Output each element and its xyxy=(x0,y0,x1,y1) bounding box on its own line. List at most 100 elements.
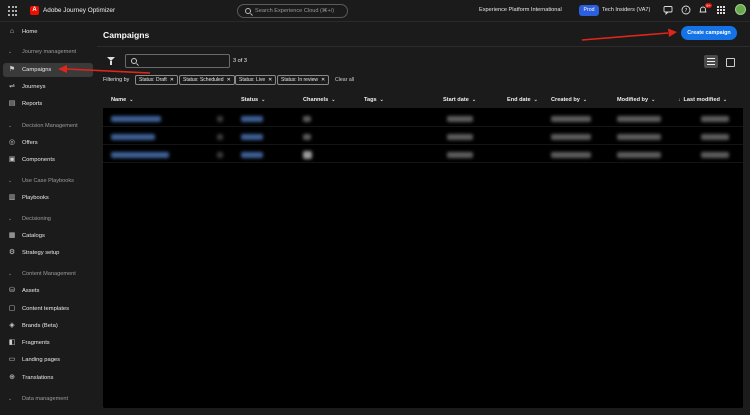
adobe-logo: A xyxy=(30,6,39,15)
landing-page-icon: ▭ xyxy=(8,356,16,363)
sidebar-item-catalogs[interactable]: ▦ Catalogs xyxy=(3,229,93,243)
strategy-icon: ⚙ xyxy=(8,249,16,256)
chevron-down-icon: ⌄ xyxy=(331,97,336,103)
sidebar-item-strategy-setup[interactable]: ⚙ Strategy setup xyxy=(3,246,93,260)
column-created-by[interactable]: Created by ⌄ xyxy=(551,97,587,103)
arrow-down-icon: ↓ xyxy=(678,97,681,103)
clear-all-link[interactable]: Clear all xyxy=(335,77,354,83)
sidebar-item-fragments[interactable]: ◧ Fragments xyxy=(3,336,93,350)
table-row[interactable] xyxy=(103,146,743,163)
chevron-down-icon: ⌄ xyxy=(582,97,588,103)
report-icon: ▤ xyxy=(8,100,16,107)
section-journey-management[interactable]: ⌄ Journey management xyxy=(8,49,76,55)
column-start-date[interactable]: Start date ⌄ xyxy=(443,97,476,103)
page-title: Campaigns xyxy=(103,30,150,40)
filter-chip-live[interactable]: Status: Live ✕ xyxy=(235,75,277,85)
apps-icon[interactable] xyxy=(716,5,726,15)
table-row[interactable] xyxy=(103,128,743,145)
apps-grid-icon[interactable] xyxy=(8,6,18,16)
campaign-name[interactable] xyxy=(111,116,161,122)
sidebar-item-label: Translations xyxy=(22,375,54,381)
sidebar-item-offers[interactable]: ◎ Offers xyxy=(3,136,93,150)
close-icon[interactable]: ✕ xyxy=(227,76,231,84)
campaign-search-input[interactable] xyxy=(125,54,230,68)
section-decision-management[interactable]: ⌄ Decision Management xyxy=(8,123,78,129)
sidebar-item-label: Components xyxy=(22,157,55,163)
filter-chip-in-review[interactable]: Status: In review ✕ xyxy=(277,75,330,85)
last-modified xyxy=(701,152,729,158)
brand-icon: ◈ xyxy=(9,322,15,329)
section-decisioning[interactable]: ⌄ Decisioning xyxy=(8,216,51,222)
filter-chip-scheduled[interactable]: Status: Scheduled ✕ xyxy=(179,75,235,85)
campaign-name[interactable] xyxy=(111,152,169,158)
sidebar-item-home[interactable]: ⌂ Home xyxy=(3,25,93,39)
template-icon: ▢ xyxy=(8,305,16,312)
column-name[interactable]: Name ⌄ xyxy=(111,97,133,103)
chevron-down-icon: ⌄ xyxy=(129,97,134,103)
channel-icon xyxy=(303,151,312,159)
start-date xyxy=(447,134,473,140)
column-modified-by[interactable]: Modified by ⌄ xyxy=(617,97,655,103)
notification-count: 9+ xyxy=(705,3,712,8)
chevron-down-icon: ⌄ xyxy=(722,97,728,103)
sidebar-item-components[interactable]: ▣ Components xyxy=(3,153,93,167)
last-modified xyxy=(701,116,729,122)
row-menu[interactable] xyxy=(217,152,223,158)
column-last-modified[interactable]: ↓ Last modified ⌄ xyxy=(678,97,727,103)
calendar-view-icon[interactable] xyxy=(723,55,737,68)
table-header: Name ⌄ Status ⌄ Channels ⌄ Tags ⌄ Start date… xyxy=(103,92,743,108)
filter-icon[interactable] xyxy=(107,57,115,65)
column-end-date[interactable]: End date ⌄ xyxy=(507,97,538,103)
sidebar-item-assets[interactable]: ⛁ Assets xyxy=(3,284,93,298)
sidebar-item-journeys[interactable]: ⇌ Journeys xyxy=(3,80,93,94)
sidebar-item-brands[interactable]: ◈ Brands (Beta) xyxy=(3,319,93,333)
feedback-icon[interactable] xyxy=(663,5,673,16)
experience-cloud-search[interactable]: Search Experience Cloud (⌘+/) xyxy=(237,4,348,18)
chevron-down-icon: ⌄ xyxy=(471,97,477,103)
sidebar-item-label: Catalogs xyxy=(22,233,45,239)
journey-icon: ⇌ xyxy=(9,83,15,90)
close-icon[interactable]: ✕ xyxy=(170,76,174,84)
section-use-case-playbooks[interactable]: ⌄ Use Case Playbooks xyxy=(8,178,74,184)
sandbox-switcher[interactable]: Tech Insiders (VA7) xyxy=(602,7,650,13)
sidebar-item-label: Content templates xyxy=(22,306,70,312)
section-data-management[interactable]: ⌄ Data management xyxy=(8,396,68,402)
svg-text:?: ? xyxy=(685,8,688,14)
column-channels[interactable]: Channels ⌄ xyxy=(303,97,335,103)
create-campaign-button[interactable]: Create campaign xyxy=(681,26,737,40)
sidebar-item-label: Brands (Beta) xyxy=(22,323,58,329)
search-icon xyxy=(131,58,137,64)
campaign-icon: ⚑ xyxy=(8,66,16,73)
sidebar-item-label: Campaigns xyxy=(22,67,52,73)
app-name[interactable]: Adobe Journey Optimizer xyxy=(43,7,115,14)
sidebar-item-translations[interactable]: ⊕ Translations xyxy=(3,371,93,385)
sidebar-item-label: Fragments xyxy=(22,340,50,346)
sidebar-item-playbooks[interactable]: ▥ Playbooks xyxy=(3,191,93,205)
chevron-down-icon: ⌄ xyxy=(533,97,538,103)
table-row[interactable] xyxy=(103,110,743,127)
playbook-icon: ▥ xyxy=(8,194,16,201)
close-icon[interactable]: ✕ xyxy=(268,76,272,84)
section-content-management[interactable]: ⌄ Content Management xyxy=(8,271,76,277)
column-tags[interactable]: Tags ⌄ xyxy=(364,97,384,103)
row-menu[interactable] xyxy=(217,134,223,140)
close-icon[interactable]: ✕ xyxy=(321,76,325,84)
column-status[interactable]: Status ⌄ xyxy=(241,97,265,103)
avatar[interactable] xyxy=(735,4,746,15)
main-content: Campaigns Create campaign 3 of 3 Filteri… xyxy=(97,22,750,415)
campaign-name[interactable] xyxy=(111,134,155,140)
filter-chip-draft[interactable]: Status: Draft ✕ xyxy=(135,75,178,85)
sidebar-item-content-templates[interactable]: ▢ Content templates xyxy=(3,302,93,316)
row-menu[interactable] xyxy=(217,116,223,122)
status-badge xyxy=(241,152,263,158)
org-switcher[interactable]: Experience Platform International xyxy=(479,7,562,13)
filtering-by-label: Filtering by xyxy=(103,77,130,83)
sidebar-item-campaigns[interactable]: ⚑ Campaigns xyxy=(3,63,93,77)
channel-icon xyxy=(303,116,311,122)
help-icon[interactable]: ? xyxy=(681,5,691,15)
sidebar-item-landing-pages[interactable]: ▭ Landing pages xyxy=(3,353,93,367)
chevron-down-icon: ⌄ xyxy=(261,97,266,103)
sidebar-item-reports[interactable]: ▤ Reports xyxy=(3,97,93,111)
list-view-icon[interactable] xyxy=(704,55,718,68)
start-date xyxy=(447,152,473,158)
